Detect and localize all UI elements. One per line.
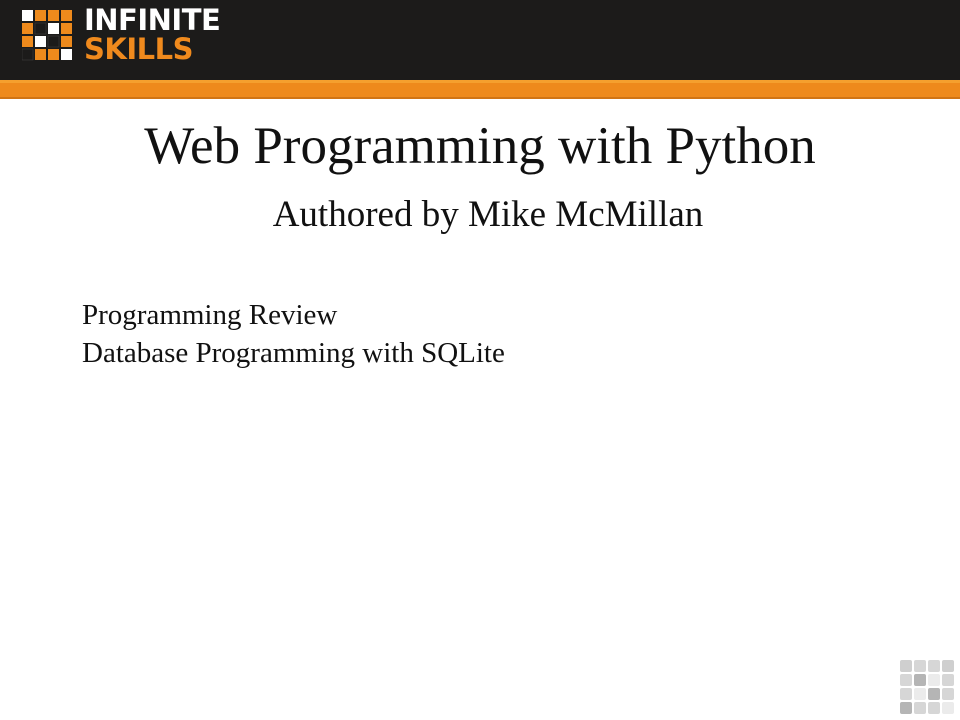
accent-stripe bbox=[0, 83, 960, 97]
topic-item: Database Programming with SQLite bbox=[82, 337, 505, 369]
accent-stripe-shadow bbox=[0, 97, 960, 99]
slide-title: Web Programming with Python bbox=[144, 117, 816, 175]
topic-item: Programming Review bbox=[82, 299, 338, 331]
brand-name-line1: INFINITE bbox=[84, 3, 221, 37]
grid-watermark-icon bbox=[900, 660, 954, 714]
topic-list: Programming Review Database Programming … bbox=[82, 296, 505, 372]
header-bar: INFINITE SKILLS bbox=[0, 0, 960, 80]
grid-logo-icon bbox=[22, 10, 72, 61]
brand-name-line2: SKILLS bbox=[84, 32, 194, 66]
slide-subtitle: Authored by Mike McMillan bbox=[272, 194, 704, 235]
